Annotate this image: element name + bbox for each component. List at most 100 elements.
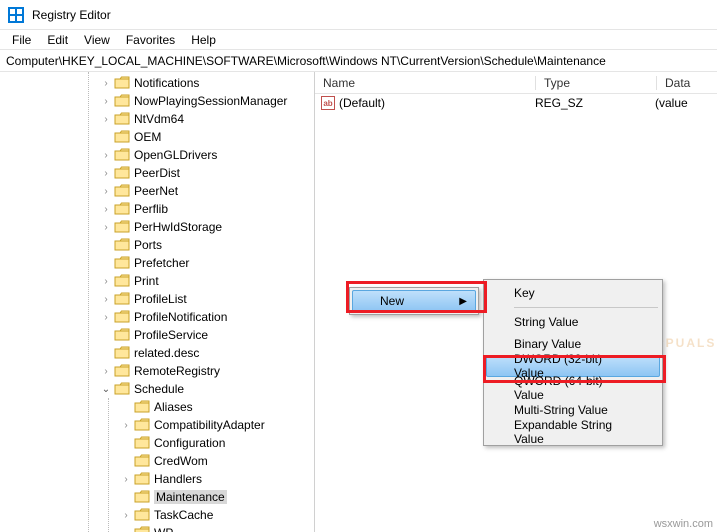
chevron-right-icon[interactable]: › [100,294,112,305]
string-value-icon: ab [321,96,335,110]
tree-item[interactable]: ⌄ Schedule [0,380,314,398]
tree-item[interactable]: › ProfileList [0,290,314,308]
folder-icon [134,490,150,504]
chevron-right-icon[interactable]: › [120,420,132,431]
tree-item[interactable]: Maintenance [0,488,314,506]
folder-icon [114,130,130,144]
folder-icon [114,148,130,162]
folder-icon [134,526,150,532]
tree-item-label: OpenGLDrivers [134,148,217,162]
tree-item-label: related.desc [134,346,199,360]
tree-item[interactable]: › NowPlayingSessionManager [0,92,314,110]
ctx-item-new[interactable]: New▶ [352,290,476,312]
tree-item[interactable]: › ProfileNotification [0,308,314,326]
menu-view[interactable]: View [76,33,118,47]
folder-icon [114,184,130,198]
tree-item[interactable]: › CompatibilityAdapter [0,416,314,434]
tree-item[interactable]: ›PeerDist [0,164,314,182]
chevron-right-icon[interactable]: › [100,366,112,377]
tree-item-label: PerHwIdStorage [134,220,222,234]
chevron-right-icon[interactable]: › [100,168,112,179]
tree-item[interactable]: CredWom [0,452,314,470]
window-title: Registry Editor [32,8,111,22]
tree-item-label: Ports [134,238,162,252]
tree-item[interactable]: OEM [0,128,314,146]
folder-icon [114,202,130,216]
tree-item-label: Notifications [134,76,199,90]
tree-item[interactable]: › RemoteRegistry [0,362,314,380]
tree-item[interactable]: Aliases [0,398,314,416]
address-bar[interactable]: Computer\HKEY_LOCAL_MACHINE\SOFTWARE\Mic… [0,50,717,72]
tree-item[interactable]: ProfileService [0,326,314,344]
col-name[interactable]: Name [315,76,535,90]
ctx-item[interactable]: String Value [486,311,660,333]
tree-item[interactable]: › Perflib [0,200,314,218]
tree-item-label: OEM [134,130,161,144]
folder-icon [134,454,150,468]
col-data[interactable]: Data [657,76,717,90]
chevron-right-icon[interactable]: › [100,312,112,323]
tree-item-label: Perflib [134,202,168,216]
folder-icon [134,472,150,486]
value-data: (value [655,96,717,110]
tree-item[interactable]: › PeerNet [0,182,314,200]
menu-edit[interactable]: Edit [39,33,76,47]
ctx-item[interactable]: Key [486,282,660,304]
tree-item-label: Handlers [154,472,202,486]
tree-item[interactable]: related.desc [0,344,314,362]
tree-item-label: Print [134,274,159,288]
chevron-right-icon[interactable]: › [120,510,132,521]
ctx-item[interactable]: Expandable String Value [486,421,660,443]
tree-item[interactable]: Prefetcher [0,254,314,272]
tree-item-label: NowPlayingSessionManager [134,94,287,108]
tree-item-label: Configuration [154,436,225,450]
tree-item-label: CompatibilityAdapter [154,418,265,432]
tree-item[interactable]: › Notifications [0,74,314,92]
menu-help[interactable]: Help [183,33,224,47]
tree-item[interactable]: › PerHwIdStorage [0,218,314,236]
tree-item[interactable]: ›NtVdm64 [0,110,314,128]
tree-item[interactable]: ›TaskCache [0,506,314,524]
tree-item-label: ProfileNotification [134,310,227,324]
chevron-down-icon[interactable]: ⌄ [100,384,112,395]
chevron-right-icon[interactable]: › [100,114,112,125]
col-type[interactable]: Type [536,76,656,90]
tree-item-label: ProfileList [134,292,187,306]
ctx-item[interactable]: QWORD (64-bit) Value [486,377,660,399]
chevron-right-icon[interactable]: › [100,276,112,287]
menu-bar: File Edit View Favorites Help [0,30,717,50]
folder-icon [114,382,130,396]
tree-item-label: Schedule [134,382,184,396]
folder-icon [114,346,130,360]
chevron-right-icon[interactable]: › [100,186,112,197]
chevron-right-icon[interactable]: › [100,96,112,107]
chevron-right-icon[interactable]: › [100,150,112,161]
chevron-right-icon[interactable]: › [100,222,112,233]
chevron-right-icon[interactable]: › [100,204,112,215]
chevron-right-icon[interactable]: › [120,474,132,485]
chevron-right-icon[interactable]: › [100,78,112,89]
tree-item[interactable]: Ports [0,236,314,254]
tree-item[interactable]: › OpenGLDrivers [0,146,314,164]
value-row[interactable]: ab(Default)REG_SZ(value [315,94,717,112]
tree-item[interactable]: Configuration [0,434,314,452]
title-bar: Registry Editor [0,0,717,30]
folder-icon [114,256,130,270]
folder-icon [114,292,130,306]
folder-icon [114,274,130,288]
value-list[interactable]: Name Type Data ab(Default)REG_SZ(value A… [315,72,717,532]
registry-tree[interactable]: ›Notifications›NowPlayingSessionManager›… [0,72,315,532]
menu-file[interactable]: File [4,33,39,47]
address-path: Computer\HKEY_LOCAL_MACHINE\SOFTWARE\Mic… [6,54,606,68]
tree-item-label: CredWom [154,454,208,468]
folder-icon [114,310,130,324]
tree-item[interactable]: WP [0,524,314,532]
folder-icon [134,400,150,414]
source-watermark: wsxwin.com [654,518,713,530]
tree-item[interactable]: › Print [0,272,314,290]
menu-favorites[interactable]: Favorites [118,33,183,47]
tree-item-label: PeerNet [134,184,178,198]
tree-item-label: RemoteRegistry [134,364,220,378]
value-type: REG_SZ [535,96,655,110]
tree-item[interactable]: › Handlers [0,470,314,488]
